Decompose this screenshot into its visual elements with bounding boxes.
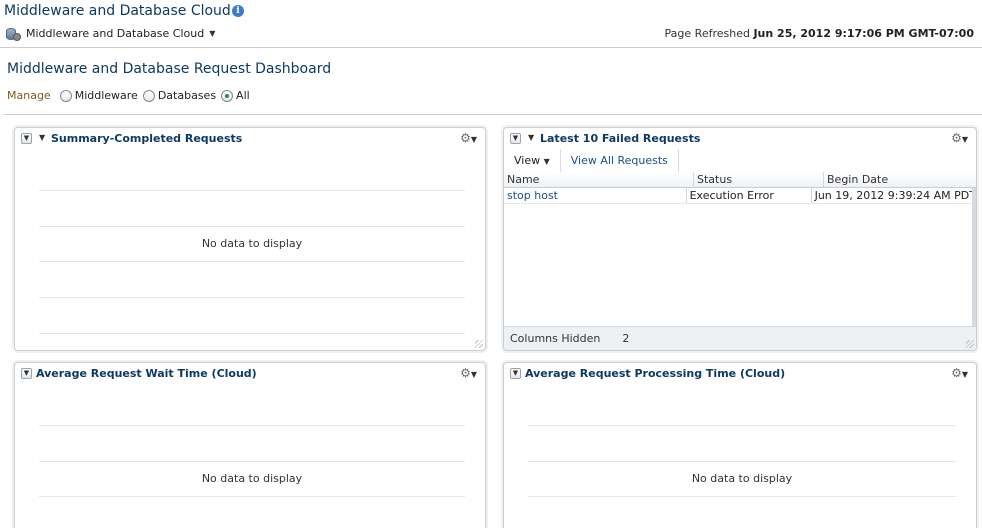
columns-hidden-label: Columns Hidden (510, 332, 601, 345)
chevron-down-icon: ▼ (543, 157, 550, 166)
failed-requests-table: Name Status Begin Date stop host Executi… (504, 172, 976, 204)
table-header: Name Status Begin Date (504, 172, 976, 188)
manage-radio-group: Manage Middleware Databases All (7, 89, 252, 102)
radio-databases[interactable] (142, 89, 155, 102)
info-icon[interactable]: i (232, 5, 244, 17)
radio-databases-label[interactable]: Databases (158, 89, 216, 102)
app-title: Middleware and Database Cloud (4, 3, 231, 19)
collapse-toggle-icon[interactable]: ▼ (21, 133, 32, 144)
table-toolbar: View ▼ View All Requests (504, 149, 976, 173)
table-row[interactable]: stop host Execution Error Jun 19, 2012 9… (504, 188, 976, 204)
page-header: Middleware and Database Cloud i Middlewa… (0, 0, 982, 48)
no-data-text: No data to display (201, 237, 303, 250)
collapse-toggle-icon[interactable]: ▼ (510, 133, 521, 144)
resize-handle[interactable] (966, 340, 974, 348)
divider (4, 114, 982, 115)
database-icon (6, 26, 21, 41)
resize-handle[interactable] (475, 340, 483, 348)
radio-middleware-label[interactable]: Middleware (75, 89, 138, 102)
avg-wait-time-panel: ▼ Average Request Wait Time (Cloud) ⚙▼ N… (14, 362, 486, 528)
page-refreshed: Page Refreshed Jun 25, 2012 9:17:06 PM G… (665, 27, 974, 40)
gridline (39, 261, 465, 262)
radio-middleware[interactable] (59, 89, 72, 102)
no-data-text: No data to display (201, 472, 303, 485)
failed-requests-panel: ▼ ▼ Latest 10 Failed Requests ⚙▼ View ▼ … (503, 127, 977, 351)
gridline (528, 496, 956, 497)
chart-area: No data to display (528, 363, 956, 528)
title-dropdown-icon[interactable]: ▼ (528, 133, 534, 142)
gridline (39, 461, 465, 462)
gridline (39, 190, 465, 191)
chart-area: No data to display (39, 363, 465, 528)
target-menu-label: Middleware and Database Cloud (26, 26, 205, 40)
cell-begin-date: Jun 19, 2012 9:39:24 AM PDT (814, 189, 976, 202)
refresh-label: Page Refreshed (664, 27, 750, 40)
cell-name-link[interactable]: stop host (504, 188, 687, 203)
column-header-begin-date[interactable]: Begin Date (824, 172, 976, 187)
gridline (39, 425, 465, 426)
columns-hidden-value: 2 (622, 332, 630, 345)
view-menu-label: View (514, 154, 541, 167)
column-header-status[interactable]: Status (694, 172, 824, 187)
column-header-name[interactable]: Name (504, 172, 694, 187)
cell-status: Execution Error (687, 188, 812, 203)
radio-all[interactable] (221, 89, 234, 102)
view-all-requests-link[interactable]: View All Requests (561, 149, 679, 173)
gridline (39, 496, 465, 497)
table-footer: Columns Hidden 2 (504, 326, 976, 350)
gridline (39, 226, 465, 227)
chart-area: No data to display (39, 128, 465, 350)
summary-completed-panel: ▼ ▼ Summary-Completed Requests ⚙▼ No dat… (14, 127, 486, 351)
no-data-text: No data to display (691, 472, 793, 485)
panel-title: Latest 10 Failed Requests (540, 132, 701, 145)
collapse-toggle-icon[interactable]: ▼ (510, 368, 521, 379)
vertical-scrollbar[interactable] (972, 188, 976, 326)
view-menu-button[interactable]: View ▼ (504, 149, 561, 173)
panel-header: ▼ ▼ Latest 10 Failed Requests ⚙▼ (504, 128, 976, 150)
gridline (528, 425, 956, 426)
manage-label: Manage (7, 89, 51, 102)
refresh-time: Jun 25, 2012 9:17:06 PM GMT-07:00 (753, 27, 974, 40)
gridline (528, 461, 956, 462)
gridline (39, 297, 465, 298)
page-title: Middleware and Database Request Dashboar… (7, 61, 332, 77)
radio-all-label[interactable]: All (236, 89, 250, 102)
gridline (39, 333, 465, 334)
chevron-down-icon: ▼ (209, 28, 216, 38)
gear-icon[interactable]: ⚙▼ (951, 131, 968, 145)
target-menu[interactable]: Middleware and Database Cloud ▼ (6, 25, 215, 41)
collapse-toggle-icon[interactable]: ▼ (21, 368, 32, 379)
avg-processing-time-panel: ▼ Average Request Processing Time (Cloud… (503, 362, 977, 528)
